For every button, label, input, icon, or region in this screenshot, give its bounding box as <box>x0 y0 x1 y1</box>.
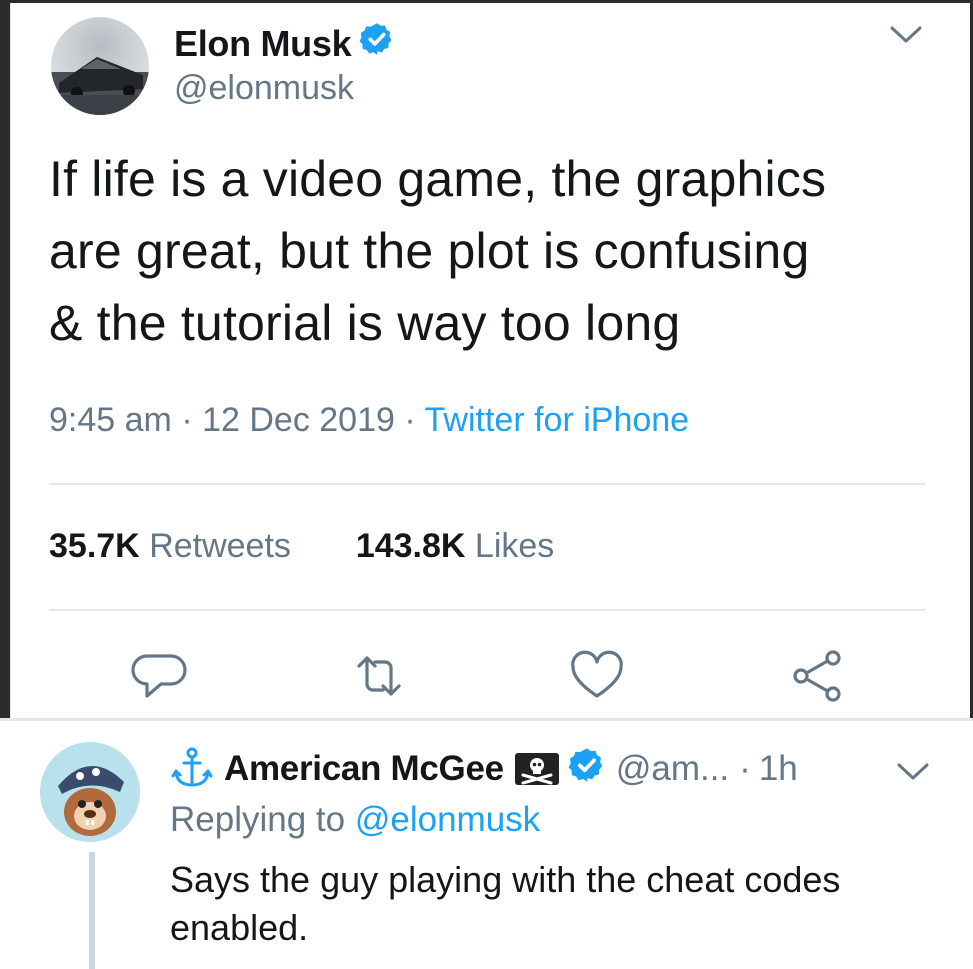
tweet-source-link[interactable]: Twitter for iPhone <box>425 401 690 439</box>
tweet-meta: 9:45 am · 12 Dec 2019 · Twitter for iPho… <box>49 401 689 440</box>
chevron-down-icon[interactable] <box>889 25 923 45</box>
retweets-stat[interactable]: 35.7K Retweets <box>49 527 291 565</box>
pirate-flag-icon <box>514 753 559 785</box>
retweet-icon[interactable] <box>351 648 407 704</box>
tweet-stats: 35.7K Retweets 143.8K Likes <box>49 527 554 566</box>
reply-time: 1h <box>758 749 798 788</box>
reply-icon[interactable] <box>131 648 187 704</box>
anchor-icon <box>171 747 213 787</box>
replying-mention-link[interactable]: @elonmusk <box>355 800 540 839</box>
share-icon[interactable] <box>789 648 845 704</box>
author-name-row: Elon Musk <box>174 21 395 66</box>
main-tweet: Elon Musk @elonmusk If life is a video g… <box>11 3 970 718</box>
avatar-pirate-character <box>58 765 124 836</box>
likes-label: Likes <box>474 527 555 565</box>
divider <box>49 483 925 485</box>
tweet-time: 9:45 am <box>49 401 172 439</box>
thread-line <box>89 852 95 969</box>
verified-badge-icon <box>568 746 606 793</box>
author-avatar[interactable] <box>51 17 149 115</box>
likes-stat[interactable]: 143.8K Likes <box>356 527 554 565</box>
avatar-car-image <box>51 57 149 115</box>
meta-separator: · <box>181 401 193 439</box>
divider <box>49 609 925 611</box>
chevron-down-icon[interactable] <box>896 762 930 782</box>
meta-separator: · <box>404 401 416 439</box>
author-name[interactable]: Elon Musk <box>174 23 352 65</box>
likes-count: 143.8K <box>355 527 466 565</box>
reply-meta-separator: · <box>739 749 751 788</box>
tweet-date: 12 Dec 2019 <box>202 401 395 439</box>
tweet-separator <box>0 718 973 721</box>
reply-author-avatar[interactable] <box>40 742 140 842</box>
author-handle[interactable]: @elonmusk <box>174 69 354 108</box>
replying-to: Replying to @elonmusk <box>170 800 540 840</box>
reply-text: Says the guy playing with the cheat code… <box>170 859 841 948</box>
retweets-count: 35.7K <box>49 527 140 565</box>
reply-author-handle[interactable]: @am... <box>616 749 729 789</box>
reply-author-name[interactable]: American McGee <box>224 749 504 789</box>
tweet-text: If life is a video game, the graphics ar… <box>49 151 827 351</box>
replying-prefix: Replying to <box>170 800 346 839</box>
window-frame-left <box>0 0 10 718</box>
retweets-label: Retweets <box>149 527 291 565</box>
like-icon[interactable] <box>569 648 625 704</box>
verified-badge-icon <box>359 21 395 66</box>
reply-header: American McGee @am... · 1h <box>170 744 798 794</box>
